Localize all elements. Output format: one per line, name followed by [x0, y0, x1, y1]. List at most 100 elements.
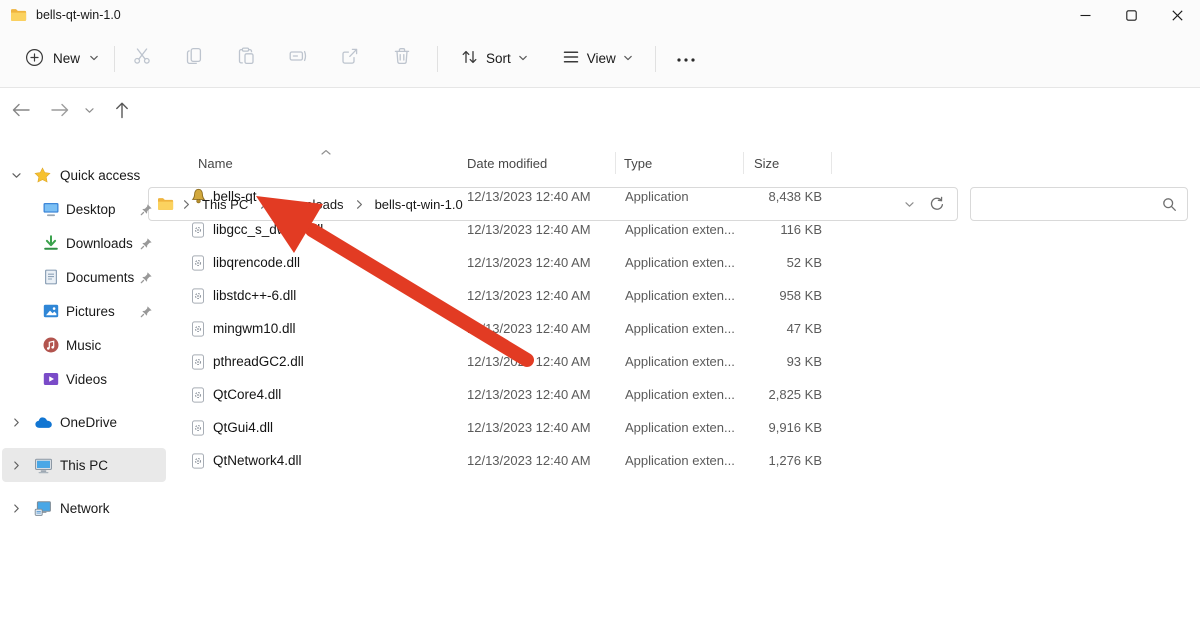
network-icon [34, 491, 53, 525]
chevron-down-icon[interactable] [11, 158, 22, 192]
see-more-button[interactable] [667, 41, 705, 77]
view-button-label: View [587, 51, 616, 66]
sidebar-item-label: Downloads [66, 226, 133, 260]
file-date-modified: 12/13/2023 12:40 AM [467, 288, 625, 303]
onedrive-icon [34, 405, 54, 439]
recent-locations-button[interactable] [80, 96, 98, 128]
address-dropdown-button[interactable] [904, 199, 915, 210]
sidebar-item-downloads[interactable]: Downloads [2, 226, 166, 260]
file-row[interactable]: libgcc_s_dw2-1.dll12/13/2023 12:40 AMApp… [180, 213, 848, 246]
sidebar-item-label: This PC [60, 448, 108, 482]
minimize-button[interactable] [1062, 0, 1108, 30]
refresh-button[interactable] [929, 196, 945, 212]
trash-icon [392, 46, 412, 71]
toolbar-divider [114, 46, 115, 72]
ellipsis-icon [676, 50, 696, 67]
toolbar-divider [655, 46, 656, 72]
file-date-modified: 12/13/2023 12:40 AM [467, 222, 625, 237]
sidebar-item-label: OneDrive [60, 405, 117, 439]
arrow-right-icon [50, 102, 70, 123]
file-type: Application exten... [625, 288, 755, 303]
plus-circle-icon [25, 48, 44, 70]
file-type: Application exten... [625, 420, 755, 435]
file-name: libgcc_s_dw2-1.dll [213, 222, 467, 237]
file-size: 93 KB [755, 354, 822, 369]
file-name: QtGui4.dll [213, 420, 467, 435]
file-date-modified: 12/13/2023 12:40 AM [467, 189, 625, 204]
sidebar-item-pictures[interactable]: Pictures [2, 294, 166, 328]
column-header-type[interactable]: Type [615, 152, 743, 174]
up-button[interactable] [106, 96, 138, 128]
dll-icon [190, 354, 213, 370]
rename-icon [288, 46, 308, 71]
sidebar-item-documents[interactable]: Documents [2, 260, 166, 294]
column-header-date-label: Date modified [467, 156, 547, 171]
file-type: Application exten... [625, 387, 755, 402]
dll-icon [190, 453, 213, 469]
sidebar-item-this-pc[interactable]: This PC [2, 448, 166, 482]
file-row[interactable]: libstdc++-6.dll12/13/2023 12:40 AMApplic… [180, 279, 848, 312]
sidebar-item-quick-access[interactable]: Quick access [2, 158, 166, 192]
file-row[interactable]: libqrencode.dll12/13/2023 12:40 AMApplic… [180, 246, 848, 279]
chevron-right-icon[interactable] [11, 491, 22, 525]
file-size: 47 KB [755, 321, 822, 336]
column-header-name[interactable]: Name [198, 152, 467, 174]
column-header-date-modified[interactable]: Date modified [467, 152, 615, 174]
sidebar-item-onedrive[interactable]: OneDrive [2, 405, 166, 439]
chevron-down-icon [89, 51, 99, 66]
new-button[interactable]: New [15, 41, 109, 77]
sort-arrows-icon [460, 48, 479, 69]
file-row[interactable]: bells-qt12/13/2023 12:40 AMApplication8,… [180, 180, 848, 213]
sidebar-item-videos[interactable]: Videos [2, 362, 166, 396]
sidebar-item-music[interactable]: Music [2, 328, 166, 362]
copy-button[interactable] [174, 41, 214, 77]
column-header-size[interactable]: Size [743, 152, 832, 174]
maximize-button[interactable] [1108, 0, 1154, 30]
file-row[interactable]: QtGui4.dll12/13/2023 12:40 AMApplication… [180, 411, 848, 444]
rename-button[interactable] [278, 41, 318, 77]
file-size: 1,276 KB [755, 453, 822, 468]
sidebar-item-label: Quick access [60, 158, 140, 192]
chevron-right-icon[interactable] [11, 448, 22, 482]
dll-icon [190, 222, 213, 238]
sidebar-item-label: Pictures [66, 294, 115, 328]
file-size: 2,825 KB [755, 387, 822, 402]
view-button[interactable]: View [553, 42, 642, 75]
sort-button-label: Sort [486, 51, 511, 66]
pin-icon [140, 260, 153, 294]
close-button[interactable] [1154, 0, 1200, 30]
file-type: Application exten... [625, 453, 755, 468]
forward-button[interactable] [44, 96, 76, 128]
back-button[interactable] [5, 96, 37, 128]
paste-button[interactable] [226, 41, 266, 77]
dll-icon [190, 288, 213, 304]
file-date-modified: 12/13/2023 12:40 AM [467, 321, 625, 336]
file-row[interactable]: pthreadGC2.dll12/13/2023 12:40 AMApplica… [180, 345, 848, 378]
column-header-type-label: Type [624, 156, 652, 171]
sort-button[interactable]: Sort [451, 41, 537, 76]
file-row[interactable]: mingwm10.dll12/13/2023 12:40 AMApplicati… [180, 312, 848, 345]
file-row[interactable]: QtNetwork4.dll12/13/2023 12:40 AMApplica… [180, 444, 848, 477]
file-name: QtCore4.dll [213, 387, 467, 402]
file-type: Application exten... [625, 222, 755, 237]
file-name: libqrencode.dll [213, 255, 467, 270]
sidebar-item-network[interactable]: Network [2, 491, 166, 525]
sidebar-item-desktop[interactable]: Desktop [2, 192, 166, 226]
scissors-icon [132, 46, 152, 71]
sidebar-item-label: Music [66, 328, 101, 362]
star-icon [34, 158, 51, 192]
file-name: pthreadGC2.dll [213, 354, 467, 369]
file-type: Application exten... [625, 354, 755, 369]
file-row[interactable]: QtCore4.dll12/13/2023 12:40 AMApplicatio… [180, 378, 848, 411]
desktop-icon [42, 192, 60, 226]
search-input[interactable] [981, 196, 1162, 213]
file-type: Application exten... [625, 255, 755, 270]
chevron-right-icon[interactable] [11, 405, 22, 439]
share-button[interactable] [330, 41, 370, 77]
search-box[interactable] [970, 187, 1188, 221]
folder-icon [10, 8, 27, 22]
file-date-modified: 12/13/2023 12:40 AM [467, 453, 625, 468]
cut-button[interactable] [122, 41, 162, 77]
file-date-modified: 12/13/2023 12:40 AM [467, 420, 625, 435]
delete-button[interactable] [382, 41, 422, 77]
